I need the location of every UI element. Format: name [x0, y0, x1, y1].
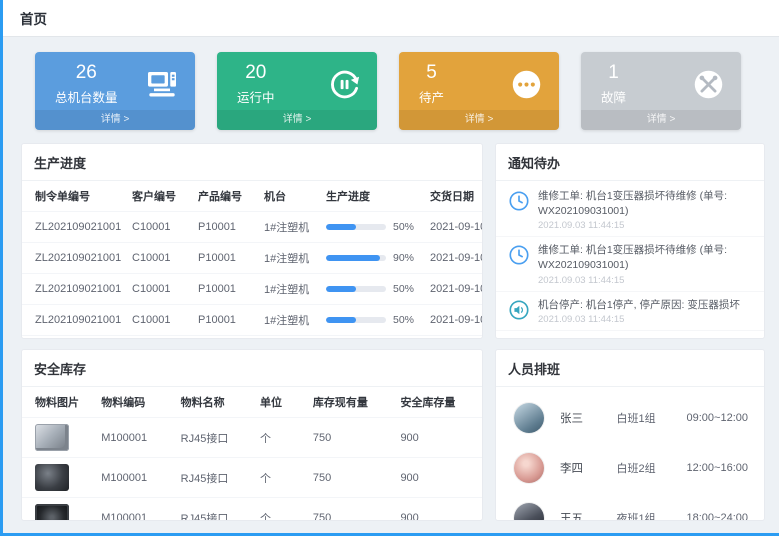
table-row: ZL202109021001 C10001 P10001 1#注塑机 90% 2…: [22, 243, 482, 274]
table-row: M100001 RJ45接口 个 750 900: [22, 498, 482, 521]
stat-label: 运行中: [237, 87, 275, 106]
topbar: 首页: [3, 0, 779, 37]
stat-value: 5: [419, 62, 444, 84]
staff-shift: 夜班1组: [616, 510, 686, 520]
machine-icon: [145, 67, 179, 101]
panel-title: 通知待办: [496, 144, 764, 181]
detail-link[interactable]: 详情 >: [581, 110, 741, 130]
staff-name: 张三: [560, 410, 616, 426]
stat-card-running: 20 运行中 详情 >: [217, 52, 377, 130]
column-header: 物料编码: [95, 387, 174, 418]
column-header: 机台: [258, 181, 320, 212]
column-header: 生产进度: [320, 181, 424, 212]
material-image: [35, 424, 69, 451]
speaker-icon: [508, 299, 530, 321]
column-header: 客户编号: [126, 181, 192, 212]
stat-value: 1: [601, 62, 626, 84]
main-content: 26 总机台数量: [3, 37, 779, 533]
stat-cards: 26 总机台数量: [21, 50, 765, 130]
staff-time: 09:00~12:00: [687, 412, 748, 424]
clock-icon: [508, 244, 530, 266]
production-table: 制令单编号 客户编号 产品编号 机台 生产进度 交货日期 ZL202109021…: [22, 181, 482, 338]
schedule-panel: 人员排班 张三 白班1组 09:00~12:00 李四 白班2组 12:00~1…: [495, 349, 765, 521]
dashboard-page: 首页 26 总机台数量: [0, 0, 779, 536]
notification-text: 机台停产: 机台1停产, 停产原因: 变压器损坏: [538, 298, 740, 313]
table-row: M100001 RJ45接口 个 750 900: [22, 458, 482, 498]
staff-time: 12:00~16:00: [687, 462, 748, 474]
staff-shift: 白班1组: [616, 410, 686, 426]
progress-bar: 50%: [326, 221, 418, 233]
inventory-panel: 安全库存 物料图片 物料编码 物料名称 单位 库存现有量 安全库存量: [21, 349, 483, 521]
column-header: 制令单编号: [22, 181, 126, 212]
notifications-panel: 通知待办 维修工单: 机台1变压器损坏待维修 (单号: WX2021090310…: [495, 143, 765, 339]
column-header: 产品编号: [192, 181, 258, 212]
stat-card-fault: 1 故障 详情 >: [581, 52, 741, 130]
stat-card-waiting: 5 待产 详情 >: [399, 52, 559, 130]
staff-shift: 白班2组: [616, 460, 686, 476]
notification-text: 计划督促: 机台1生产计划已督促: [538, 337, 686, 338]
material-image: [35, 464, 69, 491]
panel-grid: 生产进度 制令单编号 客户编号 产品编号 机台 生产进度 交货日期: [21, 143, 765, 521]
running-icon: [327, 67, 361, 101]
stat-value: 20: [237, 62, 275, 84]
column-header: 安全库存量: [394, 387, 482, 418]
table-row: ZL202109021001 C10001 P10001 1#注塑机 50% 2…: [22, 274, 482, 305]
detail-link[interactable]: 详情 >: [399, 110, 559, 130]
notification-text: 维修工单: 机台1变压器损坏待维修 (单号: WX202109031001): [538, 243, 754, 272]
progress-bar: 90%: [326, 252, 418, 264]
table-row: ZL202109021001 C10001 P10001 1#注塑机 50% 2…: [22, 305, 482, 336]
table-row: M100001 RJ45接口 个 750 900: [22, 418, 482, 458]
detail-link[interactable]: 详情 >: [217, 110, 377, 130]
detail-link[interactable]: 详情 >: [35, 110, 195, 130]
notification-item[interactable]: 计划督促: 机台1生产计划已督促 2021.09.03 11:44:15: [496, 330, 764, 338]
stat-label: 总机台数量: [55, 87, 118, 106]
notification-text: 维修工单: 机台1变压器损坏待维修 (单号: WX202109031001): [538, 189, 754, 218]
avatar: [514, 453, 544, 483]
inventory-table: 物料图片 物料编码 物料名称 单位 库存现有量 安全库存量 M: [22, 387, 482, 520]
avatar: [514, 403, 544, 433]
panel-title: 生产进度: [22, 144, 482, 181]
staff-name: 王五: [560, 510, 616, 520]
tools-icon: [691, 67, 725, 101]
staff-name: 李四: [560, 460, 616, 476]
schedule-row: 李四 白班2组 12:00~16:00: [496, 443, 764, 493]
notification-item[interactable]: 维修工单: 机台1变压器损坏待维修 (单号: WX202109031001) 2…: [496, 183, 764, 236]
stat-value: 26: [55, 62, 118, 84]
production-panel: 生产进度 制令单编号 客户编号 产品编号 机台 生产进度 交货日期: [21, 143, 483, 339]
column-header: 交货日期: [424, 181, 482, 212]
table-row: ZL202109021001 C10001 P10001 1#注塑机 50% 2…: [22, 212, 482, 243]
stat-label: 故障: [601, 87, 626, 106]
column-header: 库存现有量: [307, 387, 395, 418]
column-header: 物料名称: [175, 387, 254, 418]
progress-bar: 50%: [326, 283, 418, 295]
ellipsis-icon: [509, 67, 543, 101]
material-image: [35, 504, 69, 520]
notification-item[interactable]: 机台停产: 机台1停产, 停产原因: 变压器损坏 2021.09.03 11:4…: [496, 291, 764, 331]
notification-time: 2021.09.03 11:44:15: [538, 220, 754, 231]
panel-title: 安全库存: [22, 350, 482, 387]
notification-time: 2021.09.03 11:44:15: [538, 275, 754, 286]
stat-label: 待产: [419, 87, 444, 106]
clock-icon: [508, 190, 530, 212]
schedule-row: 王五 夜班1组 18:00~24:00: [496, 493, 764, 520]
tab-home[interactable]: 首页: [20, 8, 47, 28]
column-header: 物料图片: [22, 387, 95, 418]
schedule-row: 张三 白班1组 09:00~12:00: [496, 393, 764, 443]
notification-item[interactable]: 维修工单: 机台1变压器损坏待维修 (单号: WX202109031001) 2…: [496, 236, 764, 290]
panel-title: 人员排班: [496, 350, 764, 387]
notification-time: 2021.09.03 11:44:15: [538, 314, 740, 325]
staff-time: 18:00~24:00: [687, 512, 748, 520]
avatar: [514, 503, 544, 520]
table-row: ZL202109021001 C10001 P10001 1#注塑机 50% 2…: [22, 336, 482, 339]
stat-card-total-machines: 26 总机台数量: [35, 52, 195, 130]
progress-bar: 50%: [326, 314, 418, 326]
column-header: 单位: [254, 387, 307, 418]
